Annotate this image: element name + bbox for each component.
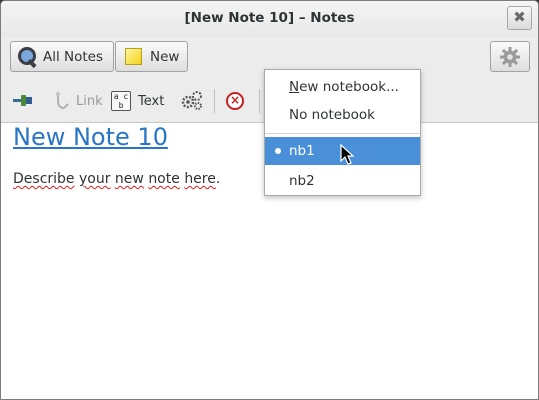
note-word: your [78,171,111,187]
note-word: Describe [13,171,75,187]
menu-item-mnemonic: N [289,79,300,95]
tools-button[interactable] [180,89,204,113]
new-note-button[interactable]: New [115,41,188,72]
menu-item-nb2[interactable]: nb2 [265,167,420,195]
note-body[interactable]: Describe your new note here. [13,171,220,187]
link-button[interactable]: Link [50,89,103,113]
toolbar-separator [259,89,260,113]
menu-item-label: New notebook... [289,79,399,95]
window-title: [New Note 10] – Notes [184,10,355,26]
note-word: here [184,171,216,187]
close-button[interactable]: ✖ [507,6,532,30]
radio-selected-icon [275,148,281,154]
note-icon [125,48,142,65]
pin-icon [13,95,32,106]
settings-button[interactable] [490,41,530,72]
link-icon [56,92,69,109]
search-icon [17,46,37,68]
pin-button[interactable] [12,89,34,113]
menu-separator [265,133,420,134]
new-note-label: New [150,48,180,65]
notebook-menu: New notebook... No notebook nb1 nb2 [264,69,421,196]
delete-note-button[interactable]: × [226,89,244,113]
text-format-label: Text [138,93,165,109]
note-word: new [114,171,144,187]
note-title[interactable]: New Note 10 [13,123,168,151]
all-notes-label: All Notes [43,48,104,65]
delete-icon: × [226,92,244,110]
gear-icon [500,46,520,67]
title-bar[interactable]: [New Note 10] – Notes ✖ [1,1,538,37]
text-format-icon: a c b [111,91,131,111]
mouse-cursor-icon [340,144,355,165]
toolbar-separator [214,89,215,113]
text-format-button[interactable]: a c b Text [111,89,164,113]
menu-item-no-notebook[interactable]: No notebook [265,101,420,129]
gears-icon [181,91,202,110]
link-label: Link [76,93,103,109]
close-icon: ✖ [513,8,526,26]
menu-item-label: nb1 [289,143,315,159]
notes-window: [New Note 10] – Notes ✖ All Notes New Li… [0,0,539,400]
note-word: note [148,171,180,187]
menu-item-new-notebook[interactable]: New notebook... [265,73,420,101]
all-notes-button[interactable]: All Notes [10,41,114,72]
menu-item-label: nb2 [289,173,315,189]
note-punctuation: . [215,171,221,187]
menu-item-label: No notebook [289,107,375,123]
